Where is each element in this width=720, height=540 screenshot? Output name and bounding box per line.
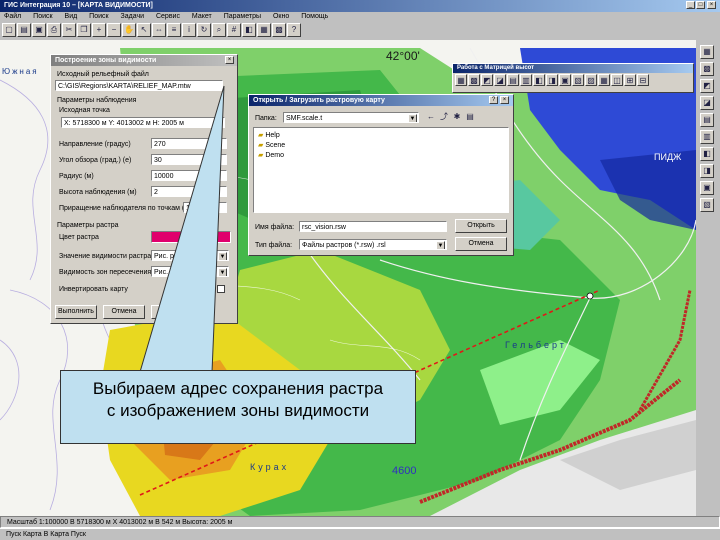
callout-line-1: Выбираем адрес сохранения растра: [92, 379, 384, 398]
callout-pointer: [139, 85, 225, 373]
callout-line-2: с изображением зоны видимости: [106, 401, 370, 420]
taskbar: Пуск Карта В Карта Пуск: [0, 528, 720, 540]
status-text: Масштаб 1:100000 В 5718300 м Х 4013002 м…: [7, 519, 233, 526]
callout-box: Выбираем адрес сохранения растра с изобр…: [60, 370, 416, 444]
taskbar-text[interactable]: Пуск Карта В Карта Пуск: [6, 531, 86, 538]
status-bar: Масштаб 1:100000 В 5718300 м Х 4013002 м…: [0, 516, 720, 528]
